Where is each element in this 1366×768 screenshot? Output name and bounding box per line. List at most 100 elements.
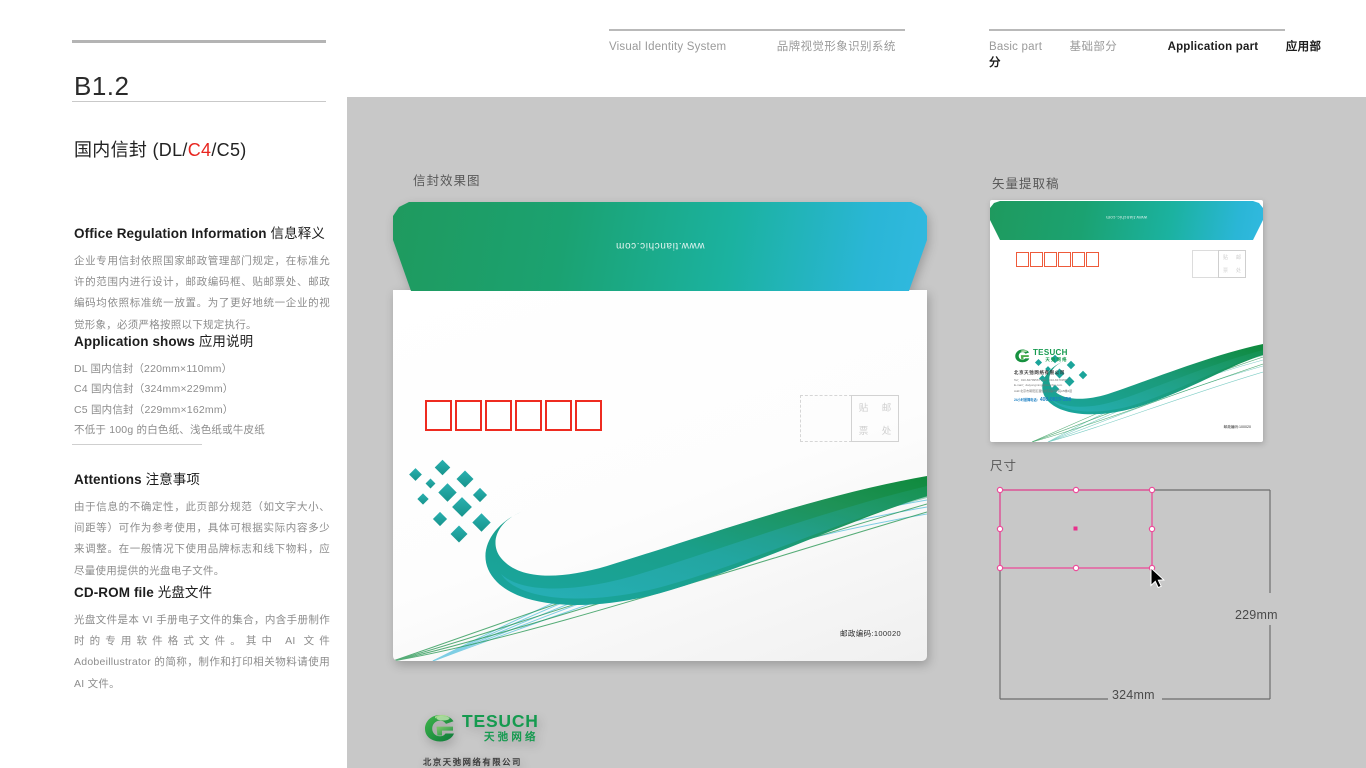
section-heading: CD-ROM file 光盘文件 [74,581,330,601]
logo-en: TESUCH [1033,348,1068,357]
code-divider [72,101,326,102]
envelope-body: 贴 邮 票 处 TESUCH 天弛网络 北京天弛网络有限公司 邮政编码:1000… [393,290,927,767]
spec-line: 不低于 100g 的白色纸、浅色纸或牛皮纸 [74,423,265,436]
stamp-solid-box: 贴 邮 票 处 [851,395,899,442]
dimension-diagram: 尺寸 229mm 324mm [990,455,1290,705]
hotline-label: 24小时报障电话： [1014,397,1040,402]
section-heading-cn: 注意事项 [145,472,201,487]
tesuch-logo-icon [1015,349,1030,363]
section-heading-en: Office Regulation Information [74,226,267,241]
sheet-title-accent: C4 [187,140,212,160]
zipcode-text: 邮政编码:100020 [1223,425,1251,429]
section-heading: Attentions 注意事项 [74,468,330,488]
section-heading: Application shows 应用说明 [74,330,330,350]
section-divider [72,444,202,445]
postal-code-box [575,400,602,431]
section-body: 光盘文件是本 VI 手册电子文件的集合，内含手册制作时的专用软件格式文件。其中 … [74,614,330,690]
selection-center-point [1073,526,1078,531]
envelope-flap: www.tianchic.com [393,202,927,291]
swoosh-primary [485,476,927,605]
section-heading-cn: 信息释义 [270,226,325,241]
zipcode-text: 邮政编码:100020 [840,629,901,638]
section-office-regulation: Office Regulation Information 信息释义 企业专用信… [74,222,330,336]
logo-wordmark: TESUCH 天弛网络 [1033,348,1068,363]
header-rule [989,29,1285,31]
postal-code-box [1044,252,1057,267]
vector-caption: 矢量提取稿 [992,177,1060,191]
logo-lockup: TESUCH 天弛网络 [423,712,539,743]
logo-cn: 天弛网络 [1045,357,1068,362]
stamp-char: 处 [881,425,892,437]
spec-line: C4 国内信封（324mm×229mm） [74,383,234,396]
dimension-width-label: 324mm [1112,688,1155,702]
mouse-cursor-icon [1150,566,1166,589]
section-body: 企业专用信封依照国家邮政管理部门规定，在标准允许的范围内进行设计，邮政编码框、贴… [74,255,330,331]
header-basic-part[interactable]: Basic part 基础部分 [989,41,1120,53]
logo-lockup: TESUCH 天弛网络 [1014,348,1072,363]
postal-code-boxes [425,400,602,431]
sheet-title-prefix: 国内信封 (DL/ [74,140,188,160]
tesuch-logo-icon [425,714,454,742]
section-heading-en: CD-ROM file [74,585,154,600]
stamp-char: 邮 [1235,255,1241,261]
postal-code-box [1072,252,1085,267]
stamp-char: 票 [1222,268,1228,274]
header-system-cn: 品牌视觉形象识别系统 [776,41,896,53]
section-code: B1.2 [74,71,130,101]
header-basic-en: Basic part [989,41,1043,53]
logo-en: TESUCH [462,710,539,731]
postal-code-box [485,400,512,431]
swoosh-graphic [393,459,927,661]
envelope-artwork [393,290,927,661]
service-hotline: 24小时报障电话：400-0819-188 [1014,397,1072,403]
stamp-char: 处 [1235,268,1241,274]
postal-code-box [515,400,542,431]
section-body: 由于信息的不确定性，此页部分规范（如文字大小、间距等）可作为参考使用，具体可根据… [74,501,330,577]
sheet-title-suffix: /C5) [211,140,247,160]
vector-artwork-panel: 贴 邮 票 处 TESUCH 天弛网络 北京天弛网络有限公司 Tel：010-8… [990,200,1263,442]
section-heading-cn: 应用说明 [198,334,254,349]
vector-stamp-area: 贴 邮 票 处 [1192,250,1246,278]
company-name: 北京天弛网络有限公司 [423,757,522,767]
stamp-char: 票 [858,425,869,437]
postal-code-box [425,400,452,431]
company-name: 北京天弛网络有限公司 [1014,370,1065,375]
section-cdrom-file: CD-ROM file 光盘文件 光盘文件是本 VI 手册电子文件的集合，内含手… [74,581,330,695]
header-parts-nav: Basic part 基础部分 Application part 应用部分 [989,29,1329,70]
dimension-caption: 尺寸 [990,459,1018,473]
section-heading-en: Application shows [74,334,195,349]
spec-line: C5 国内信封（229mm×162mm） [74,403,234,416]
dimension-height-label: 229mm [1235,608,1278,622]
hotline-number: 400-0819-188 [1039,396,1071,403]
company-address: Add:北京市朝阳区酒仙桥东路9号院A5幢4层 [1014,388,1073,393]
header-basic-cn: 基础部分 [1069,41,1118,53]
section-application-shows: Application shows 应用说明 DL 国内信封（220mm×110… [74,330,330,440]
vi-manual-page: B1.2 国内信封 (DL/C4/C5) Office Regulation I… [0,0,1366,768]
dimension-drawing [996,486,1271,700]
logo-wordmark: TESUCH 天弛网络 [462,710,539,743]
vector-swoosh-primary [1042,344,1263,415]
top-divider [72,40,326,43]
company-email: E-mail：daiyongming@tianchic.com [1014,383,1063,388]
mockup-caption: 信封效果图 [413,174,481,188]
stamp-area: 贴 邮 票 处 [800,395,899,442]
logo-cn: 天弛网络 [483,731,539,743]
flap-website-url: www.tianchic.com [1105,215,1148,220]
header-rule [609,29,905,31]
section-heading-en: Attentions [74,472,142,487]
header-application-en: Application part [1167,41,1259,53]
vector-envelope-flap: www.tianchic.com [990,201,1263,240]
artwork-stage: 信封效果图 矢量提取稿 贴 邮 票 处 TESUCH 天弛网络 北京天弛网络有限… [347,97,1366,768]
company-tel-fax: Tel：010-84799567 Fax：010-84799567 [1014,377,1069,382]
sheet-title: 国内信封 (DL/C4/C5) [74,136,247,162]
section-heading: Office Regulation Information 信息释义 [74,222,330,242]
postal-code-box [1086,252,1099,267]
section-attentions: Attentions 注意事项 由于信息的不确定性，此页部分规范（如文字大小、间… [74,468,330,582]
vector-postal-boxes [1016,252,1099,267]
envelope-logo-block: TESUCH 天弛网络 北京天弛网络有限公司 Tel：010-84799567 … [423,712,539,768]
header-system-title: Visual Identity System 品牌视觉形象识别系统 [609,29,939,54]
stamp-dashed-box [800,395,852,442]
measure-frame [999,489,1271,700]
stamp-char: 贴 [1222,255,1228,261]
envelope-mockup: 贴 邮 票 处 TESUCH 天弛网络 北京天弛网络有限公司 邮政编码:1000… [393,200,927,767]
